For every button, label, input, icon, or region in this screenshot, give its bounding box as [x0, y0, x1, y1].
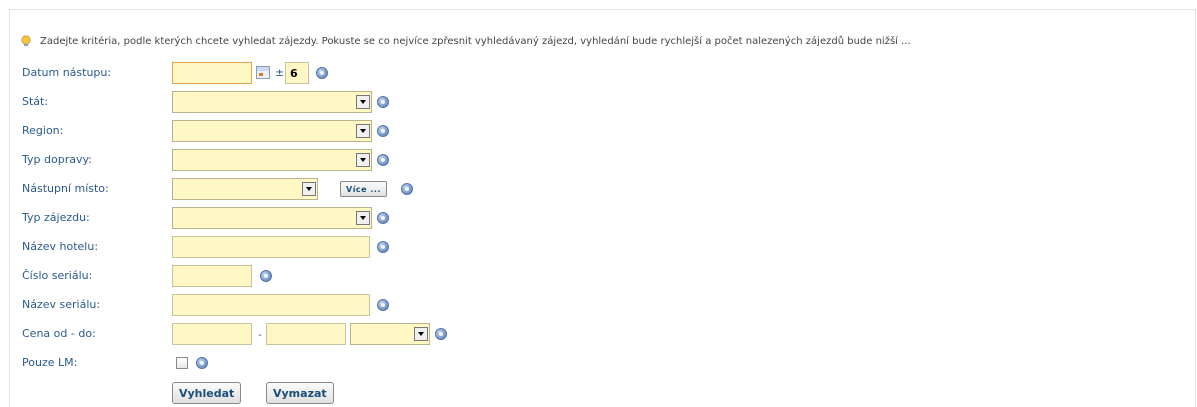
nazev-hotelu-input[interactable] [172, 236, 370, 258]
pouze-lm-checkbox[interactable] [176, 357, 188, 369]
cena-label: Cena od - do: [22, 327, 96, 340]
nazev-serialu-input[interactable] [172, 294, 370, 316]
row-buttons: Vyhledat Vymazat [10, 382, 1195, 404]
chevron-down-icon[interactable] [356, 153, 370, 167]
help-question-icon[interactable] [377, 212, 389, 224]
cena-do-input[interactable] [266, 323, 346, 345]
hint-text: Zadejte kritéria, podle kterých chcete v… [40, 35, 911, 47]
row-typ-dopravy: Typ dopravy: [10, 149, 1195, 171]
help-question-icon[interactable] [260, 270, 272, 282]
chevron-down-icon[interactable] [356, 95, 370, 109]
help-question-icon[interactable] [377, 96, 389, 108]
currency-select[interactable] [350, 323, 430, 345]
typ-zajezdu-label: Typ zájezdu: [22, 211, 90, 224]
row-datum: Datum nástupu: ± [10, 62, 1195, 84]
help-question-icon[interactable] [316, 67, 328, 79]
chevron-down-icon[interactable] [356, 124, 370, 138]
row-pouze-lm: Pouze LM: [10, 352, 1195, 374]
region-select[interactable] [172, 120, 372, 142]
region-label: Region: [22, 124, 64, 137]
chevron-down-icon[interactable] [356, 211, 370, 225]
row-region: Region: [10, 120, 1195, 142]
help-question-icon[interactable] [377, 241, 389, 253]
nastupni-misto-label: Nástupní místo: [22, 182, 109, 195]
nazev-hotelu-label: Název hotelu: [22, 240, 99, 253]
help-question-icon[interactable] [377, 154, 389, 166]
help-question-icon[interactable] [377, 125, 389, 137]
row-nastupni-misto: Nástupní místo: Více ... [10, 178, 1195, 200]
help-question-icon[interactable] [377, 299, 389, 311]
help-question-icon[interactable] [435, 328, 447, 340]
nazev-serialu-label: Název seriálu: [22, 298, 101, 311]
nastupni-misto-select[interactable] [172, 178, 318, 200]
row-cena: Cena od - do: - [10, 323, 1195, 345]
row-nazev-serialu: Název seriálu: [10, 294, 1195, 316]
cislo-serialu-input[interactable] [172, 265, 252, 287]
chevron-down-icon[interactable] [414, 327, 428, 341]
chevron-down-icon[interactable] [302, 182, 316, 196]
datum-label: Datum nástupu: [22, 66, 112, 79]
typ-zajezdu-select[interactable] [172, 207, 372, 229]
row-cislo-serialu: Číslo seriálu: [10, 265, 1195, 287]
pouze-lm-label: Pouze LM: [22, 356, 78, 369]
search-panel: Zadejte kritéria, podle kterých chcete v… [9, 9, 1196, 407]
range-separator: - [258, 328, 262, 341]
datum-input[interactable] [172, 62, 252, 84]
search-button[interactable]: Vyhledat [172, 382, 242, 404]
row-typ-zajezdu: Typ zájezdu: [10, 207, 1195, 229]
row-nazev-hotelu: Název hotelu: [10, 236, 1195, 258]
stat-select[interactable] [172, 91, 372, 113]
help-question-icon[interactable] [401, 183, 413, 195]
calendar-icon[interactable] [256, 66, 270, 79]
typ-dopravy-label: Typ dopravy: [22, 153, 92, 166]
typ-dopravy-select[interactable] [172, 149, 372, 171]
lightbulb-icon [20, 35, 32, 47]
cena-od-input[interactable] [172, 323, 252, 345]
plusminus-sign: ± [275, 66, 285, 79]
cislo-serialu-label: Číslo seriálu: [22, 269, 93, 282]
stat-label: Stát: [22, 95, 49, 108]
help-question-icon[interactable] [196, 357, 208, 369]
more-button[interactable]: Více ... [340, 181, 388, 197]
clear-button[interactable]: Vymazat [266, 382, 334, 404]
row-stat: Stát: [10, 91, 1195, 113]
datum-range-input[interactable] [285, 62, 309, 84]
hint-bar: Zadejte kritéria, podle kterých chcete v… [20, 34, 911, 48]
